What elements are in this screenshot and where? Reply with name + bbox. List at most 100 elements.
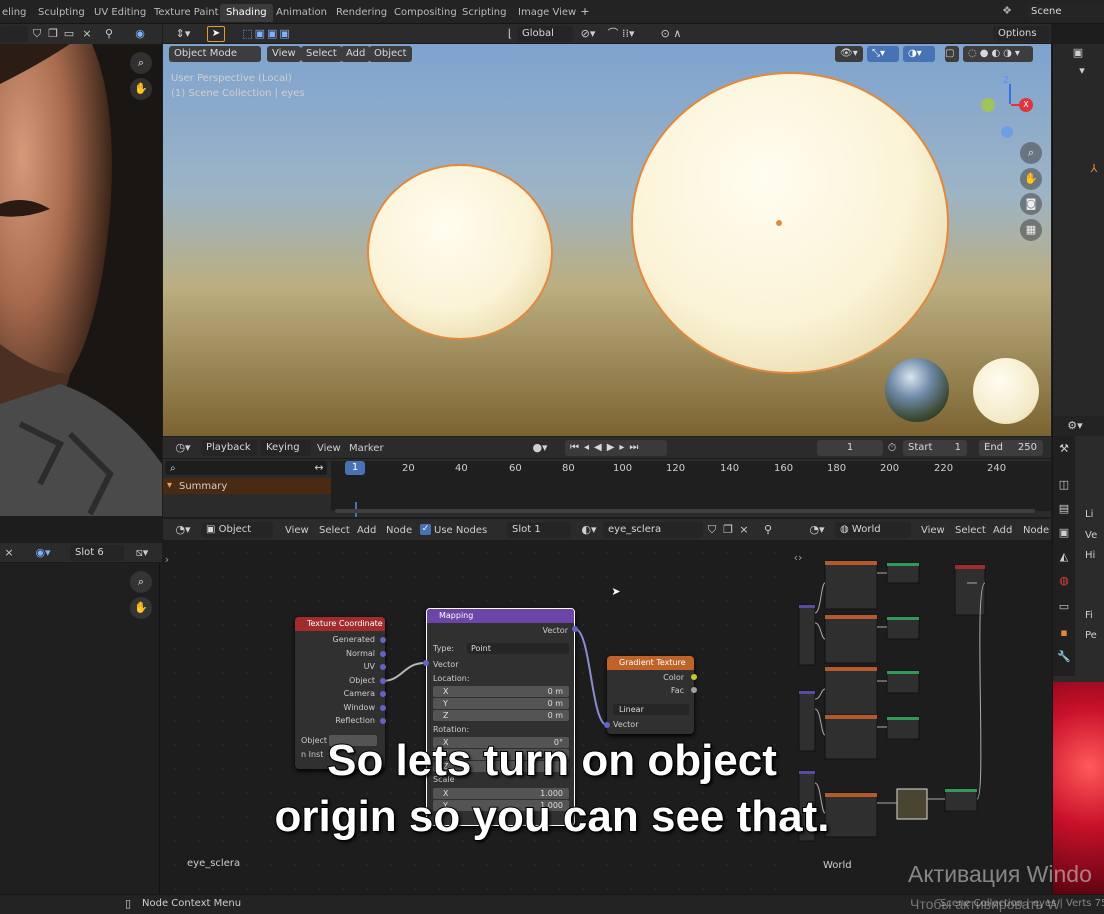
world-tab-icon[interactable]: ◍	[1057, 574, 1071, 588]
viewport-menu-object[interactable]: Object	[369, 46, 412, 62]
props-panel-hi[interactable]: Hi	[1085, 550, 1095, 561]
stopwatch-icon[interactable]: ⏱	[885, 441, 899, 455]
shader-type-dropdown[interactable]: ▣ Object	[201, 522, 273, 538]
props-panel-ve[interactable]: Ve	[1085, 530, 1097, 541]
pin-icon[interactable]: ⚲	[761, 523, 775, 537]
mapping-node-title[interactable]: Mapping	[427, 609, 574, 623]
world-menu-view[interactable]: View	[921, 525, 945, 536]
mapping-out-socket[interactable]	[572, 626, 578, 632]
gradient-texture-node[interactable]: Gradient Texture Color Fac Linear Vector	[607, 656, 694, 734]
world-menu-node[interactable]: Node	[1023, 525, 1049, 536]
shader-menu-select[interactable]: Select	[319, 525, 350, 536]
fake-user-shield-icon[interactable]: ⛉	[705, 523, 719, 537]
render-tab-icon[interactable]: ◫	[1057, 478, 1071, 492]
socket-window[interactable]	[380, 705, 386, 711]
editor-type-icon[interactable]: ◔▾	[171, 523, 195, 537]
tab-scripting[interactable]: Scripting	[456, 4, 512, 22]
output-tab-icon[interactable]: ▤	[1057, 502, 1071, 516]
editor-type-icon[interactable]: ◔▾	[805, 523, 829, 537]
3d-viewport[interactable]: Object Mode View Select Add Object 👁▾ ⤡▾…	[163, 44, 1051, 436]
eye-sphere-small[interactable]	[367, 164, 553, 340]
mode-dropdown[interactable]: Object Mode	[169, 46, 261, 62]
add-workspace-icon[interactable]: +	[578, 5, 592, 19]
pan-hand-icon[interactable]: ✋	[130, 597, 152, 619]
outliner[interactable]: ▣ ▾ ⅄	[1053, 44, 1104, 416]
scene-icon[interactable]: ❖	[1000, 4, 1014, 18]
slot-dropdown[interactable]: Slot 6	[70, 545, 124, 561]
tab-shading[interactable]: Shading	[220, 4, 273, 22]
tab-animation[interactable]: Animation	[270, 4, 333, 22]
eye-sphere-large[interactable]	[631, 72, 949, 374]
overlay-toggle[interactable]: ◑▾	[903, 46, 935, 62]
start-frame-field[interactable]: Start 1	[903, 440, 967, 456]
tab-sculpting[interactable]: Sculpting	[32, 4, 91, 22]
material-browse-icon[interactable]: ◐▾	[577, 523, 601, 537]
transform-pivot-icon[interactable]: ⇕▾	[171, 27, 195, 41]
outliner-armature-icon[interactable]: ⅄	[1087, 162, 1101, 176]
ortho-grid-icon[interactable]: ▦	[1020, 219, 1042, 241]
shield-icon[interactable]: ⛉	[30, 27, 44, 41]
playhead[interactable]: 1	[345, 461, 365, 475]
shader-menu-node[interactable]: Node	[386, 525, 412, 536]
socket-object[interactable]	[380, 678, 386, 684]
zoom-icon[interactable]: ⌕	[130, 571, 152, 593]
tab-compositing[interactable]: Compositing	[388, 4, 463, 22]
shader-menu-add[interactable]: Add	[357, 525, 376, 536]
modifier-tab-icon[interactable]: 🔧	[1057, 650, 1071, 664]
editor-type-clock-icon[interactable]: ◷▾	[171, 441, 195, 455]
mapping-location-z[interactable]: Z 0 m	[433, 710, 569, 721]
gizmo-x[interactable]: X	[1019, 98, 1033, 112]
display-channels-icon[interactable]: ◉	[132, 27, 148, 41]
gradient-vector-socket[interactable]	[604, 722, 610, 728]
socket-generated[interactable]	[380, 637, 386, 643]
zoom-icon[interactable]: ⌕	[130, 52, 152, 74]
display-channels-icon[interactable]: ◉▾	[32, 546, 54, 560]
tab-image-view[interactable]: Image View	[512, 4, 582, 22]
mapping-type-dropdown[interactable]: Point	[467, 643, 569, 654]
pan-hand-icon[interactable]: ✋	[130, 78, 152, 100]
viewport-menu-view[interactable]: View	[267, 46, 301, 62]
material-slot-dropdown[interactable]: Slot 1	[507, 522, 571, 538]
close-icon[interactable]: ×	[80, 27, 94, 41]
timeline-scrollbar[interactable]	[335, 509, 1035, 513]
props-panel-li[interactable]: Li	[1085, 509, 1093, 520]
gizmo-toggle[interactable]: ⤡▾	[867, 46, 899, 62]
timeline-menu-view[interactable]: View	[317, 443, 341, 454]
pin-icon[interactable]: ⚲	[102, 27, 116, 41]
duplicate-material-icon[interactable]: ❐	[721, 523, 735, 537]
end-frame-field[interactable]: End 250	[979, 440, 1043, 456]
keying-dropdown[interactable]: Keying	[261, 440, 311, 456]
texcoord-node-title[interactable]: Texture Coordinate	[295, 617, 385, 631]
zoom-icon[interactable]: ⌕	[1020, 142, 1042, 164]
tab-modeling[interactable]: eling	[0, 4, 32, 22]
scene-selector[interactable]: Scene	[1026, 4, 1104, 20]
view-layer-tab-icon[interactable]: ▣	[1057, 526, 1071, 540]
xray-toggle[interactable]: ▢	[945, 46, 959, 62]
tab-uv-editing[interactable]: UV Editing	[88, 4, 152, 22]
gradient-color-socket[interactable]	[691, 674, 697, 680]
playback-controls[interactable]: ⏮◂◀▶▸⏭	[565, 440, 667, 456]
playback-dropdown[interactable]: Playback	[201, 440, 257, 456]
pivot-point-icon[interactable]: ⊘▾	[575, 27, 601, 41]
mapping-in-socket[interactable]	[423, 660, 429, 666]
unlink-material-icon[interactable]: ×	[737, 523, 751, 537]
pan-hand-icon[interactable]: ✋	[1020, 168, 1042, 190]
timeline-menu-marker[interactable]: Marker	[349, 443, 384, 454]
sync-icon[interactable]: ↔	[309, 461, 329, 475]
use-nodes-checkbox[interactable]: ✓	[420, 524, 431, 535]
socket-reflection[interactable]	[380, 718, 386, 724]
gradient-type-dropdown[interactable]: Linear	[613, 704, 689, 715]
navigation-gizmo[interactable]: Z X	[981, 76, 1041, 142]
image-name-field[interactable]	[0, 26, 28, 42]
mapping-location-y[interactable]: Y 0 m	[433, 698, 569, 709]
properties-editor-icon[interactable]: ⚙▾	[1063, 419, 1087, 433]
material-name-field[interactable]: eye_sclera	[603, 522, 703, 538]
shader-menu-view[interactable]: View	[285, 525, 309, 536]
timeline-search[interactable]: ⌕	[165, 461, 327, 475]
select-tool-icon[interactable]: ➤	[207, 26, 225, 42]
summary-row[interactable]: ▾ Summary	[163, 478, 331, 494]
tool-tab-icon[interactable]: ⚒	[1057, 442, 1071, 456]
outliner-expand-icon[interactable]: ▾	[1077, 64, 1087, 78]
proportional-edit-icon[interactable]: ⊙ ∧	[651, 27, 691, 41]
world-menu-add[interactable]: Add	[993, 525, 1012, 536]
